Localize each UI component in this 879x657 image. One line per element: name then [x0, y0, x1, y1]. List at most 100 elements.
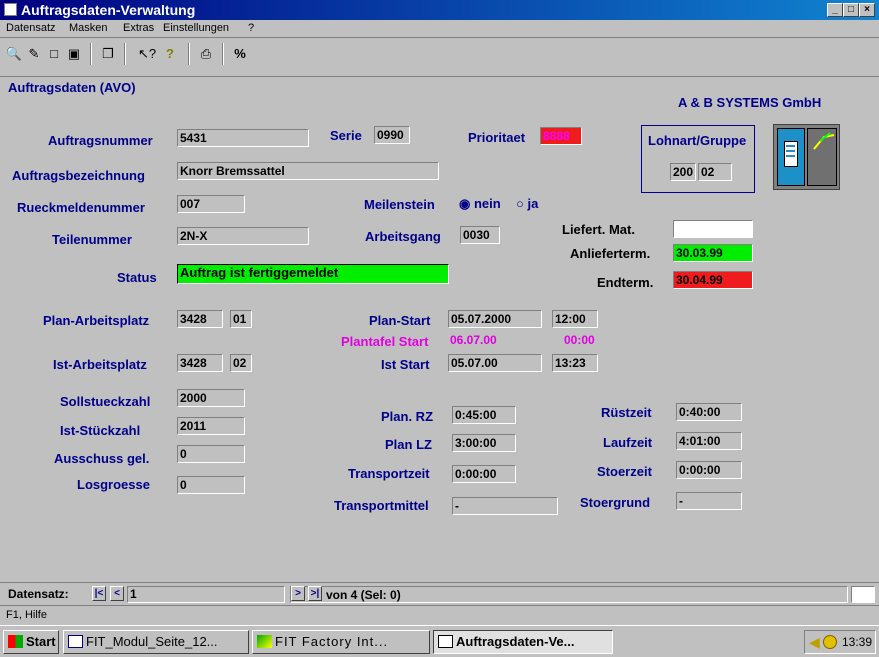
- plan-lz-field[interactable]: 3:00:00: [452, 434, 516, 452]
- task-label: Auftragsdaten-Ve...: [456, 634, 575, 649]
- plan-start-date-field[interactable]: 05.07.2000: [448, 310, 542, 328]
- menu-einstellungen[interactable]: Einstellungen: [163, 22, 229, 34]
- close-button[interactable]: ×: [859, 3, 875, 17]
- window-title: Auftragsdaten-Verwaltung: [21, 2, 196, 18]
- stoergrund-field[interactable]: -: [676, 492, 742, 510]
- prioritaet-label: Prioritaet: [468, 130, 526, 145]
- print-icon[interactable]: ⎙: [196, 44, 216, 64]
- status-label: Status: [117, 270, 157, 285]
- status-hint: F1, Hilfe: [6, 609, 47, 621]
- auftragsbezeichnung-field[interactable]: Knorr Bremssattel: [177, 162, 439, 180]
- auftragsnummer-field[interactable]: 5431: [177, 129, 309, 147]
- sollstueckzahl-field[interactable]: 2000: [177, 389, 245, 407]
- record-label: Datensatz:: [8, 587, 69, 601]
- auftragsnummer-label: Auftragsnummer: [48, 133, 153, 148]
- first-record-button[interactable]: |<: [92, 586, 106, 601]
- anlieferterm-field[interactable]: 30.03.99: [673, 244, 753, 262]
- transportzeit-field[interactable]: 0:00:00: [452, 465, 516, 483]
- record-number-field[interactable]: 1: [127, 586, 285, 603]
- menu-datensatz[interactable]: Datensatz: [6, 22, 56, 34]
- losgroesse-field[interactable]: 0: [177, 476, 245, 494]
- gruppe-field[interactable]: 02: [698, 163, 732, 181]
- previous-record-button[interactable]: <: [110, 586, 124, 601]
- menu-bar: Datensatz Masken Extras Einstellungen ?: [0, 20, 879, 38]
- arbeitsgang-field[interactable]: 0030: [460, 226, 500, 244]
- plantafel-start-date-field[interactable]: 06.07.00: [448, 332, 542, 350]
- meilenstein-ja-radio[interactable]: ○ ja: [516, 196, 538, 211]
- new-icon[interactable]: □: [44, 44, 64, 64]
- ist-arbeitsplatz-field[interactable]: 3428: [177, 354, 223, 372]
- maximize-button[interactable]: □: [843, 3, 859, 17]
- task-fit-modul[interactable]: FIT_Modul_Seite_12...: [63, 630, 249, 654]
- plan-rz-field[interactable]: 0:45:00: [452, 406, 516, 424]
- help-pointer-icon[interactable]: ↖?: [134, 44, 160, 64]
- start-button[interactable]: Start: [3, 630, 59, 654]
- losgroesse-label: Losgroesse: [77, 477, 150, 492]
- plan-arbeitsplatz-field[interactable]: 3428: [177, 310, 223, 328]
- ist-start-time-field[interactable]: 13:23: [552, 354, 598, 372]
- laufzeit-label: Laufzeit: [603, 435, 653, 450]
- ruestzeit-field[interactable]: 0:40:00: [676, 403, 742, 421]
- toolbar-separator: [188, 43, 190, 65]
- ist-start-date-field[interactable]: 05.07.00: [448, 354, 542, 372]
- transportzeit-label: Transportzeit: [348, 466, 430, 481]
- task-auftragsdaten[interactable]: Auftragsdaten-Ve...: [433, 630, 613, 654]
- task-fit-factory[interactable]: FIT Factory Int...: [252, 630, 430, 654]
- plan-start-time-field[interactable]: 12:00: [552, 310, 598, 328]
- laufzeit-field[interactable]: 4:01:00: [676, 432, 742, 450]
- ausschuss-field[interactable]: 0: [177, 445, 245, 463]
- prioritaet-field[interactable]: 8888: [540, 127, 582, 145]
- copy-icon[interactable]: ❐: [98, 44, 118, 64]
- arbeitsgang-label: Arbeitsgang: [365, 229, 441, 244]
- record-indicator-box: [851, 586, 875, 603]
- last-record-button[interactable]: >|: [308, 586, 322, 601]
- lohnart-label: Lohnart/Gruppe: [648, 133, 747, 148]
- ist-stueckzahl-field[interactable]: 2011: [177, 417, 245, 435]
- document-icon: [777, 128, 805, 186]
- endterm-field[interactable]: 30.04.99: [673, 271, 753, 289]
- auftragsbezeichnung-label: Auftragsbezeichnung: [12, 168, 145, 183]
- toolbar-separator: [90, 43, 92, 65]
- plan-arbeitsplatz-nr-field[interactable]: 01: [230, 310, 252, 328]
- system-tray: ◀ 13:39: [804, 630, 876, 654]
- menu-extras[interactable]: Extras: [123, 22, 154, 34]
- ist-arbeitsplatz-nr-field[interactable]: 02: [230, 354, 252, 372]
- speaker-icon[interactable]: ◀: [809, 631, 820, 653]
- liefert-mat-field[interactable]: [673, 220, 753, 238]
- sollstueckzahl-label: Sollstueckzahl: [60, 394, 151, 409]
- serie-field[interactable]: 0990: [374, 126, 410, 144]
- meilenstein-nein-radio[interactable]: ◉ nein: [459, 196, 501, 212]
- delete-icon[interactable]: ▣: [64, 44, 84, 64]
- status-field[interactable]: Auftrag ist fertiggemeldet: [177, 264, 449, 284]
- meilenstein-ja-label: ja: [527, 196, 539, 211]
- section-title: Auftragsdaten (AVO): [8, 80, 136, 95]
- minimize-button[interactable]: _: [827, 3, 843, 17]
- toolbar-separator: [124, 43, 126, 65]
- network-icon[interactable]: [823, 635, 837, 649]
- toolbar: 🔍 ✎ □ ▣ ❐ ↖? ? ⎙ %: [0, 39, 879, 77]
- next-record-button[interactable]: >: [291, 586, 305, 601]
- endterm-label: Endterm.: [597, 275, 654, 290]
- stoerzeit-field[interactable]: 0:00:00: [676, 461, 742, 479]
- document-icon: [68, 635, 83, 648]
- transportmittel-field[interactable]: -: [452, 497, 558, 515]
- percent-icon[interactable]: %: [230, 44, 250, 64]
- menu-masken[interactable]: Masken: [69, 22, 108, 34]
- lohnart-field[interactable]: 200: [670, 163, 696, 181]
- record-navigator: Datensatz: |< < 1 > >| von 4 (Sel: 0): [0, 582, 879, 604]
- binoculars-icon[interactable]: 🔍: [4, 44, 24, 64]
- menu-help[interactable]: ?: [248, 22, 254, 34]
- clock[interactable]: 13:39: [842, 631, 872, 653]
- rueckmeldenummer-field[interactable]: 007: [177, 195, 245, 213]
- ist-stueckzahl-label: Ist-Stückzahl: [60, 423, 141, 438]
- rueckmeldenummer-label: Rueckmeldenummer: [17, 200, 145, 215]
- flag-icon: [807, 128, 837, 186]
- plantafel-start-time-field[interactable]: 00:00: [562, 332, 600, 350]
- teilenummer-field[interactable]: 2N-X: [177, 227, 309, 245]
- ist-start-label: Ist Start: [381, 357, 430, 372]
- help-icon[interactable]: ?: [160, 44, 180, 64]
- edit-icon[interactable]: ✎: [24, 44, 44, 64]
- window-title-bar[interactable]: Auftragsdaten-Verwaltung _ □ ×: [0, 0, 879, 20]
- meilenstein-nein-label: nein: [473, 196, 501, 211]
- status-bar: F1, Hilfe: [0, 605, 879, 623]
